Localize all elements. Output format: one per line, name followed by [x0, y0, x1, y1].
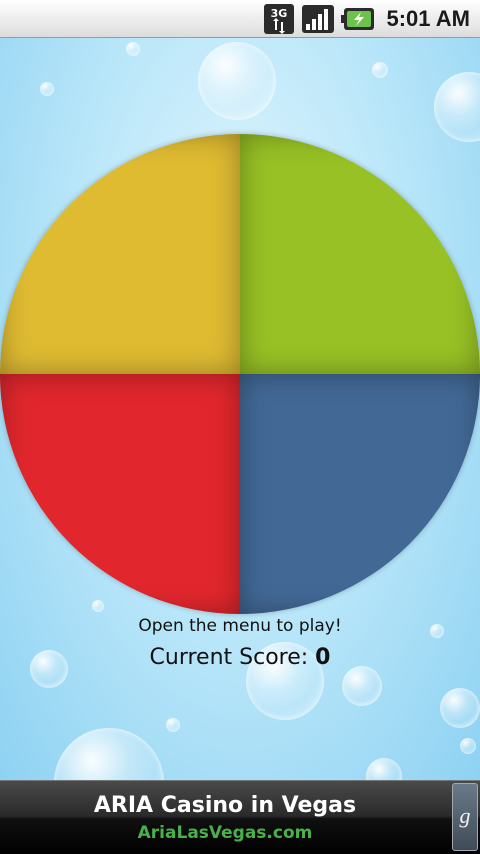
bubble-decoration — [342, 666, 382, 706]
ad-banner[interactable]: ARIA Casino in Vegas AriaLasVegas.com g — [0, 780, 480, 854]
status-time: 5:01 AM — [386, 6, 470, 31]
bubble-decoration — [198, 42, 276, 120]
signal-strength-icon — [302, 5, 334, 33]
current-score: Current Score: 0 — [0, 645, 480, 670]
ad-title[interactable]: ARIA Casino in Vegas — [0, 793, 450, 818]
score-label: Current Score: — [149, 645, 309, 670]
bubble-decoration — [40, 82, 54, 96]
red-quadrant-button[interactable] — [0, 374, 240, 614]
bubble-decoration — [126, 42, 140, 56]
ad-url[interactable]: AriaLasVegas.com — [0, 823, 450, 843]
bubble-decoration — [440, 688, 480, 728]
bubble-decoration — [372, 62, 388, 78]
game-area: Open the menu to play! Current Score: 0 — [0, 38, 480, 780]
bubble-decoration — [460, 738, 476, 754]
bubble-decoration — [54, 728, 164, 780]
play-hint: Open the menu to play! — [138, 616, 342, 636]
bubble-decoration — [434, 72, 480, 142]
blue-quadrant-button[interactable] — [240, 374, 480, 614]
network-type-label: 3G — [271, 7, 288, 20]
google-ads-icon[interactable]: g — [452, 783, 478, 851]
3g-data-icon: 3G — [264, 4, 294, 34]
score-value: 0 — [315, 645, 331, 670]
status-bar: 3G 5:01 AM — [0, 0, 480, 38]
simon-board — [0, 134, 480, 614]
bubble-decoration — [366, 758, 402, 780]
bubble-decoration — [166, 718, 180, 732]
battery-charging-icon — [341, 8, 374, 30]
yellow-quadrant-button[interactable] — [0, 134, 240, 374]
green-quadrant-button[interactable] — [240, 134, 480, 374]
